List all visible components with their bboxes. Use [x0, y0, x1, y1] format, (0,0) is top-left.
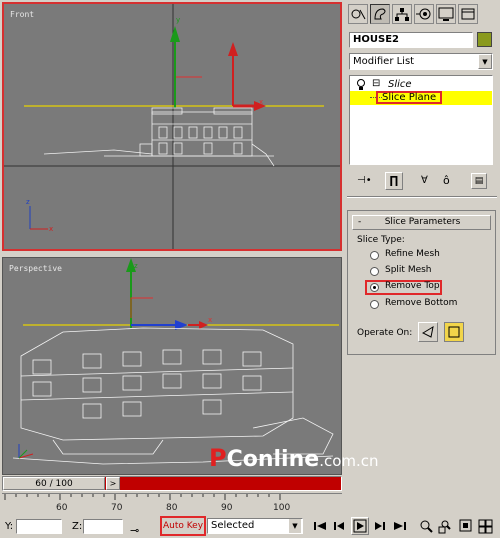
- goto-end-icon[interactable]: [392, 517, 408, 535]
- z-coordinate-label: Z:: [72, 521, 83, 532]
- object-name: HOUSE2: [353, 34, 399, 45]
- show-end-result-icon[interactable]: ∏: [385, 172, 403, 190]
- pin-stack-icon[interactable]: ⊣•: [357, 175, 372, 186]
- svg-text:x: x: [208, 316, 212, 324]
- configure-modifier-sets-icon[interactable]: ▤: [471, 173, 487, 189]
- y-coordinate-field[interactable]: [16, 519, 62, 534]
- operate-on-polygons-button[interactable]: [444, 322, 464, 342]
- zoom-icon[interactable]: [418, 517, 434, 535]
- modifier-list-label: Modifier List: [353, 56, 415, 67]
- watermark-brand-p: P: [209, 444, 227, 472]
- frame-display: 60 / 100: [35, 479, 73, 489]
- command-panel: HOUSE2 Modifier List ▼ ⊟ Slice Slice Pla…: [344, 0, 500, 500]
- key-filter-value: Selected: [211, 520, 255, 531]
- hierarchy-tab-icon[interactable]: [392, 4, 412, 24]
- operate-on-label: Operate On:: [357, 328, 413, 338]
- time-slider-thumb[interactable]: 60 / 100: [3, 477, 105, 490]
- tick-label-60: 60: [56, 503, 68, 513]
- svg-text:z: z: [26, 198, 30, 206]
- slice-parameters-rollout: - Slice Parameters Slice Type: Refine Me…: [347, 210, 496, 355]
- panel-divider: [347, 196, 497, 198]
- svg-text:x: x: [259, 98, 263, 106]
- object-color-swatch[interactable]: [477, 32, 492, 47]
- front-viewport[interactable]: Front x y z x: [2, 2, 342, 251]
- operate-on-faces-button[interactable]: [418, 322, 438, 342]
- zoom-all-icon[interactable]: [438, 517, 454, 535]
- triangle-icon: [421, 325, 434, 338]
- create-tab-icon[interactable]: [348, 4, 368, 24]
- y-coordinate-label: Y:: [5, 521, 14, 532]
- expand-toggle[interactable]: ⊟: [372, 78, 380, 89]
- previous-frame-icon[interactable]: [332, 517, 348, 535]
- rollout-title: Slice Parameters: [384, 217, 461, 227]
- svg-text:x: x: [49, 225, 53, 233]
- goto-start-icon[interactable]: [312, 517, 328, 535]
- watermark-brand: Conline: [226, 447, 320, 472]
- modify-tab-icon[interactable]: [370, 4, 390, 24]
- tick-label-100: 100: [273, 503, 291, 513]
- z-coordinate-field[interactable]: [83, 519, 123, 534]
- zoom-extents-all-icon[interactable]: [478, 517, 494, 535]
- remove-bottom-label[interactable]: Remove Bottom: [385, 298, 457, 308]
- make-unique-icon[interactable]: ∀: [421, 175, 428, 186]
- split-mesh-label[interactable]: Split Mesh: [385, 265, 432, 275]
- remove-top-label[interactable]: Remove Top: [385, 281, 440, 291]
- svg-text:z: z: [134, 262, 138, 270]
- key-icon[interactable]: ⊸: [130, 524, 139, 537]
- modifier-stack[interactable]: ⊟ Slice Slice Plane: [349, 75, 493, 165]
- next-frame-icon[interactable]: [372, 517, 388, 535]
- chevron-down-icon[interactable]: ▼: [289, 519, 301, 533]
- time-slider-next-icon[interactable]: >: [106, 477, 120, 490]
- refine-mesh-label[interactable]: Refine Mesh: [385, 249, 440, 259]
- stack-item-slice[interactable]: Slice: [388, 79, 412, 90]
- slice-type-label: Slice Type:: [357, 235, 405, 245]
- split-mesh-radio[interactable]: [370, 267, 379, 276]
- modifier-list-dropdown[interactable]: Modifier List ▼: [349, 53, 493, 70]
- chevron-down-icon[interactable]: ▼: [478, 54, 492, 69]
- square-icon: [448, 326, 460, 338]
- rollout-header[interactable]: - Slice Parameters: [352, 215, 491, 230]
- stack-item-slice-plane-row[interactable]: Slice Plane: [350, 91, 492, 105]
- tick-label-90: 90: [221, 503, 233, 513]
- tick-label-70: 70: [111, 503, 123, 513]
- key-filter-dropdown[interactable]: Selected ▼: [207, 518, 303, 534]
- object-name-field[interactable]: HOUSE2: [349, 32, 473, 48]
- zoom-extents-icon[interactable]: [458, 517, 474, 535]
- tick-label-80: 80: [166, 503, 178, 513]
- remove-top-radio[interactable]: [370, 283, 379, 292]
- stack-toolbar: ⊣• ∏ ∀ ô ▤: [349, 172, 495, 192]
- remove-modifier-icon[interactable]: ô: [443, 174, 450, 187]
- utilities-tab-icon[interactable]: [458, 4, 478, 24]
- remove-bottom-radio[interactable]: [370, 300, 379, 309]
- track-bar[interactable]: 60 70 80 90 100: [2, 493, 342, 515]
- stack-item-slice-plane[interactable]: Slice Plane: [376, 91, 443, 104]
- auto-key-button[interactable]: Auto Key: [160, 516, 206, 536]
- auto-key-label: Auto Key: [162, 521, 204, 531]
- perspective-viewport[interactable]: Perspective z x PConline.com.cn: [2, 257, 379, 475]
- svg-text:y: y: [176, 16, 180, 24]
- display-tab-icon[interactable]: [436, 4, 456, 24]
- refine-mesh-radio[interactable]: [370, 251, 379, 260]
- lightbulb-icon[interactable]: [356, 79, 366, 91]
- play-icon[interactable]: [351, 517, 369, 535]
- motion-tab-icon[interactable]: [414, 4, 434, 24]
